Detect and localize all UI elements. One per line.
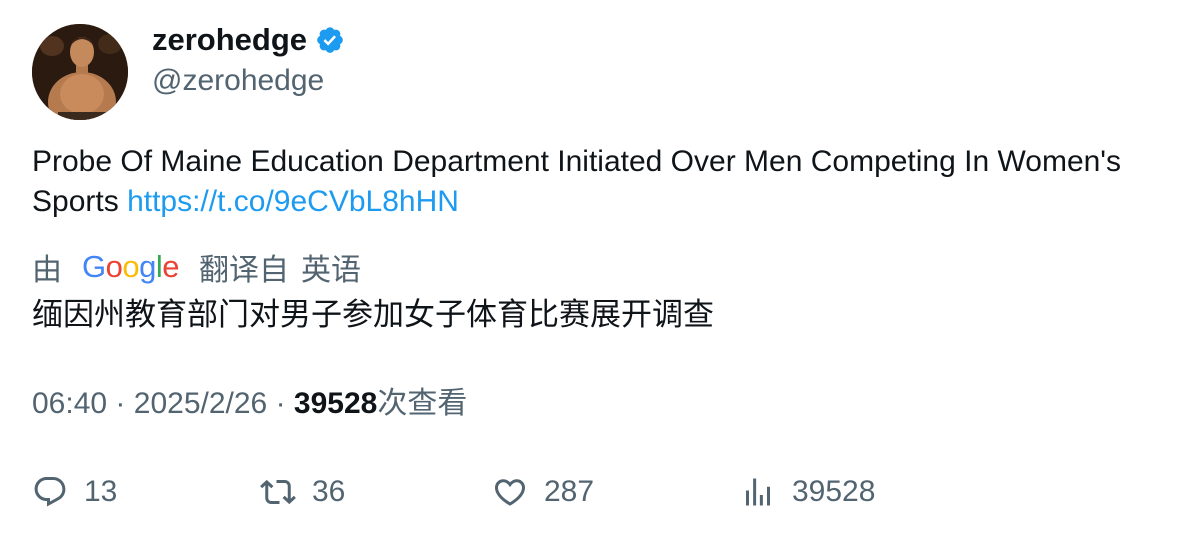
analytics-icon (746, 478, 770, 506)
tweet-meta: 06:40 · 2025/2/26 · 39528次查看 (32, 384, 467, 424)
avatar[interactable] (32, 24, 128, 120)
retweet-button[interactable]: 36 (260, 470, 345, 514)
views-action-count: 39528 (792, 475, 876, 508)
reply-icon (34, 477, 66, 507)
author-name-row[interactable]: zerohedge (152, 22, 345, 58)
translation-source-language: 英语 (301, 254, 362, 287)
tweet-time[interactable]: 06:40 (32, 387, 107, 420)
like-button[interactable]: 287 (492, 470, 594, 514)
views-label: 次查看 (377, 387, 468, 420)
reply-count: 13 (84, 475, 118, 508)
like-count: 287 (544, 475, 595, 508)
verified-badge-icon (317, 27, 343, 53)
translated-text: 缅因州教育部门对男子参加女子体育比赛展开调查 (32, 297, 714, 332)
tweet-body: Probe Of Maine Education Department Init… (32, 142, 1152, 222)
tweet-link[interactable]: https://t.co/9eCVbL8hHN (127, 185, 459, 218)
tweet-date[interactable]: 2025/2/26 (134, 387, 267, 420)
reply-button[interactable]: 13 (32, 470, 117, 514)
action-bar: 13 36 287 39528 (32, 470, 1152, 514)
retweet-count: 36 (312, 475, 346, 508)
translation-suffix: 翻译自 (199, 254, 290, 287)
profile-photo (32, 24, 128, 120)
retweet-icon (260, 479, 296, 505)
heart-icon (494, 479, 526, 506)
views-count: 39528 (293, 387, 378, 420)
meta-separator: · (115, 387, 126, 420)
translation-attribution[interactable]: 由 Google 翻译自 英语 (32, 246, 361, 288)
views-button[interactable]: 39528 (740, 470, 875, 514)
meta-separator: · (275, 387, 286, 420)
display-name[interactable]: zerohedge (152, 22, 307, 58)
author-handle[interactable]: @zerohedge (152, 64, 324, 98)
google-logo: Google (82, 249, 180, 284)
translation-prefix: 由 (32, 254, 62, 287)
